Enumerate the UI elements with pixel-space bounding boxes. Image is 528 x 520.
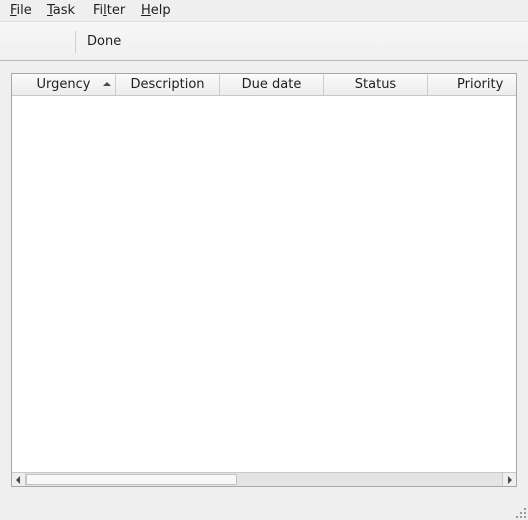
- menu-help-label: elp: [150, 3, 171, 18]
- menu-task[interactable]: Task: [47, 2, 75, 19]
- menu-bar: File Task Filter Help: [0, 0, 528, 22]
- column-header-description[interactable]: Description: [116, 74, 220, 95]
- menu-file-label: ile: [16, 3, 32, 18]
- scrollbar-thumb[interactable]: [26, 474, 237, 485]
- menu-filter[interactable]: Filter: [93, 2, 125, 19]
- done-button[interactable]: Done: [80, 32, 128, 52]
- toolbar: Done: [0, 22, 528, 61]
- toolbar-separator: [75, 31, 76, 53]
- column-header-due-date-label: Due date: [241, 77, 302, 92]
- arrow-left-icon: [16, 476, 20, 484]
- column-header-priority[interactable]: Priority: [428, 74, 516, 95]
- menu-help[interactable]: Help: [141, 2, 171, 19]
- table-header: Urgency Description Due date Status Prio…: [12, 74, 516, 96]
- sort-ascending-icon: [103, 82, 111, 86]
- menu-filter-label: ter: [106, 3, 126, 18]
- table-body[interactable]: [12, 96, 516, 472]
- scroll-right-button[interactable]: [502, 473, 516, 486]
- column-header-status[interactable]: Status: [324, 74, 428, 95]
- column-header-description-label: Description: [130, 77, 205, 92]
- scroll-left-button[interactable]: [12, 473, 26, 486]
- menu-task-label: ask: [52, 3, 76, 18]
- size-grip-icon[interactable]: [516, 508, 526, 518]
- column-header-due-date[interactable]: Due date: [220, 74, 324, 95]
- menu-file[interactable]: File: [10, 2, 32, 19]
- menu-help-mnemonic: H: [141, 3, 151, 18]
- column-header-urgency[interactable]: Urgency: [12, 74, 116, 95]
- task-table: Urgency Description Due date Status Prio…: [11, 73, 517, 487]
- column-header-urgency-label: Urgency: [36, 77, 91, 92]
- column-header-priority-label: Priority: [457, 77, 504, 92]
- arrow-right-icon: [508, 476, 512, 484]
- menu-filter-prefix: Fi: [93, 3, 104, 18]
- horizontal-scrollbar[interactable]: [12, 472, 516, 486]
- column-header-status-label: Status: [354, 77, 397, 92]
